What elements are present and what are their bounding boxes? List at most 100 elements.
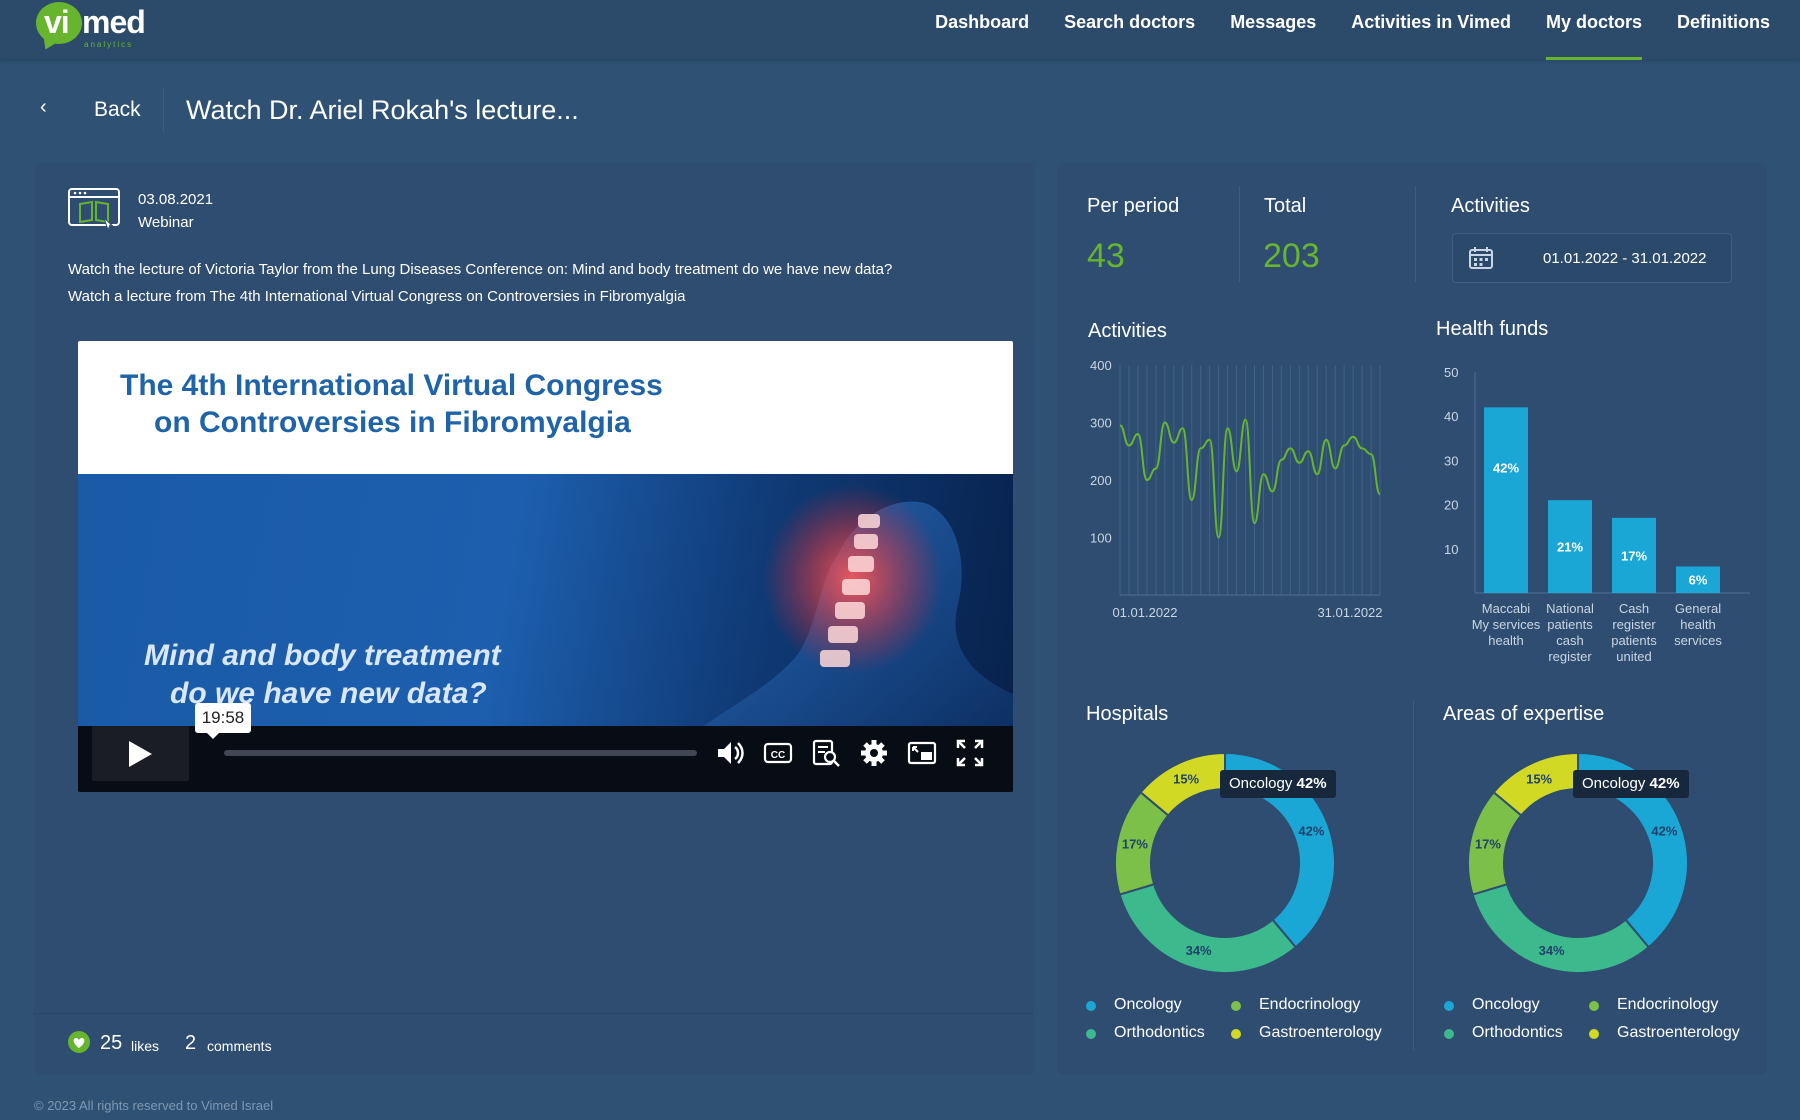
logo-tagline: analytics — [84, 40, 134, 49]
donut-data-label: 17% — [1475, 836, 1501, 851]
legend-dot — [1231, 1029, 1241, 1039]
x-category-label: Maccabi — [1482, 601, 1531, 616]
x-category-label: cash — [1556, 633, 1583, 648]
legend-dot — [1231, 1001, 1241, 1011]
activities-line-chart: 100 200 300 400 01.01.2022 31.01.2022 — [1090, 358, 1383, 620]
date-range-picker[interactable]: 01.01.2022 - 31.01.2022 — [1452, 233, 1732, 283]
tooltip-name: Oncology — [1229, 775, 1297, 792]
health-funds-bar-chart: 102030405042%MaccabiMy serviceshealth21%… — [1444, 365, 1750, 664]
y-tick-label: 400 — [1090, 358, 1112, 373]
nav-messages[interactable]: Messages — [1230, 0, 1316, 60]
likes-label: likes — [131, 1038, 160, 1054]
bar-data-label: 17% — [1621, 548, 1647, 563]
vimed-logo[interactable]: vi med analytics — [36, 2, 156, 52]
nav-my-doctors[interactable]: My doctors — [1545, 0, 1643, 60]
play-icon — [129, 741, 152, 767]
tooltip-name: Oncology — [1582, 775, 1650, 792]
donut-data-label: 15% — [1173, 772, 1199, 787]
x-tick-label: 01.01.2022 — [1112, 605, 1177, 620]
nav-definitions[interactable]: Definitions — [1677, 0, 1770, 60]
stat-divider — [1415, 186, 1416, 282]
donut-data-label: 34% — [1539, 943, 1565, 958]
legend-dot — [1444, 1029, 1454, 1039]
calendar-icon — [1469, 247, 1493, 269]
activities-chart-title: Activities — [1088, 320, 1167, 342]
date-range-value: 01.01.2022 - 31.01.2022 — [1543, 250, 1707, 267]
card-footer-divider — [34, 1013, 1034, 1014]
transcript-icon[interactable] — [811, 738, 841, 768]
volume-icon[interactable] — [715, 738, 745, 768]
header-divider — [163, 88, 164, 132]
legend-label[interactable]: Gastroenterology — [1259, 1024, 1382, 1042]
copyright: © 2023 All rights reserved to Vimed Isra… — [34, 1098, 274, 1113]
event-description-line: Watch a lecture from The 4th Internation… — [68, 288, 686, 305]
x-category-label: health — [1488, 633, 1523, 648]
donut-data-label: 42% — [1651, 824, 1677, 839]
x-category-label: patients — [1547, 617, 1593, 632]
legend-label[interactable]: Endocrinology — [1259, 996, 1360, 1014]
bar-data-label: 6% — [1689, 573, 1708, 588]
main-nav: Dashboard Search doctors Messages Activi… — [900, 0, 1770, 60]
play-button[interactable] — [92, 726, 189, 781]
x-category-label: General — [1675, 601, 1721, 616]
heart-icon[interactable] — [68, 1031, 90, 1053]
activities-filter-label: Activities — [1451, 195, 1530, 217]
total-value: 203 — [1263, 237, 1320, 275]
legend-dot — [1444, 1001, 1454, 1011]
x-category-label: patients — [1611, 633, 1657, 648]
x-category-label: services — [1674, 633, 1722, 648]
donut-slice — [1471, 882, 1651, 974]
nav-dashboard[interactable]: Dashboard — [935, 0, 1029, 60]
tooltip-value: 42% — [1296, 775, 1327, 792]
video-progress-bar[interactable] — [224, 750, 697, 756]
fullscreen-icon[interactable] — [955, 738, 985, 768]
activities-series-line — [1119, 418, 1381, 539]
legend-label[interactable]: Endocrinology — [1617, 996, 1718, 1014]
x-category-label: register — [1548, 649, 1592, 664]
video-banner-line2: on Controversies in Fibromyalgia — [154, 406, 631, 439]
donut-data-label: 17% — [1122, 836, 1148, 851]
chevron-left-icon[interactable]: ‹ — [40, 96, 47, 119]
y-tick-label: 40 — [1444, 409, 1458, 424]
donut-slice — [1118, 882, 1298, 974]
likes-count: 25 — [100, 1032, 123, 1054]
bar-data-label: 21% — [1557, 540, 1583, 555]
x-category-label: health — [1680, 617, 1715, 632]
event-description-line: Watch the lecture of Victoria Taylor fro… — [68, 261, 893, 278]
legend-label[interactable]: Orthodontics — [1114, 1024, 1205, 1042]
legend-dot — [1589, 1029, 1599, 1039]
page-title: Watch Dr. Ariel Rokah's lecture... — [186, 95, 579, 125]
top-navbar: vi med analytics Dashboard Search doctor… — [0, 0, 1800, 60]
picture-in-picture-icon[interactable] — [907, 738, 937, 768]
y-tick-label: 50 — [1444, 365, 1458, 380]
logo-text-vi: vi — [44, 4, 70, 40]
x-category-label: National — [1546, 601, 1594, 616]
nav-activities-in-vimed[interactable]: Activities in Vimed — [1351, 0, 1511, 60]
legend-dot — [1086, 1001, 1096, 1011]
expertise-chart-title: Areas of expertise — [1443, 703, 1605, 725]
y-tick-label: 300 — [1090, 416, 1112, 431]
comments-count[interactable]: 2 — [185, 1032, 196, 1055]
legend-label[interactable]: Gastroenterology — [1617, 1024, 1740, 1042]
donut-data-label: 42% — [1298, 824, 1324, 839]
logo-text-med: med — [82, 4, 146, 40]
legend-label[interactable]: Oncology — [1114, 996, 1182, 1014]
total-label: Total — [1264, 195, 1307, 217]
event-date: 03.08.2021 — [138, 191, 214, 208]
hospitals-chart-title: Hospitals — [1086, 703, 1169, 725]
nav-search-doctors[interactable]: Search doctors — [1064, 0, 1195, 60]
health-funds-chart-title: Health funds — [1436, 318, 1549, 340]
legend-label[interactable]: Oncology — [1472, 996, 1540, 1014]
donut-tooltip: Oncology 42% — [1573, 770, 1689, 798]
chart-divider — [1413, 700, 1414, 1050]
y-tick-label: 10 — [1444, 542, 1458, 557]
bar-data-label: 42% — [1493, 460, 1519, 475]
legend-label[interactable]: Orthodontics — [1472, 1024, 1563, 1042]
y-tick-label: 20 — [1444, 498, 1458, 513]
comments-label[interactable]: comments — [207, 1038, 272, 1054]
captions-icon[interactable]: CC — [763, 738, 793, 768]
hover-time-tooltip: 19:58 — [195, 703, 251, 739]
gear-icon[interactable] — [859, 738, 889, 768]
x-tick-label: 31.01.2022 — [1317, 605, 1382, 620]
back-button[interactable]: Back — [94, 98, 141, 122]
